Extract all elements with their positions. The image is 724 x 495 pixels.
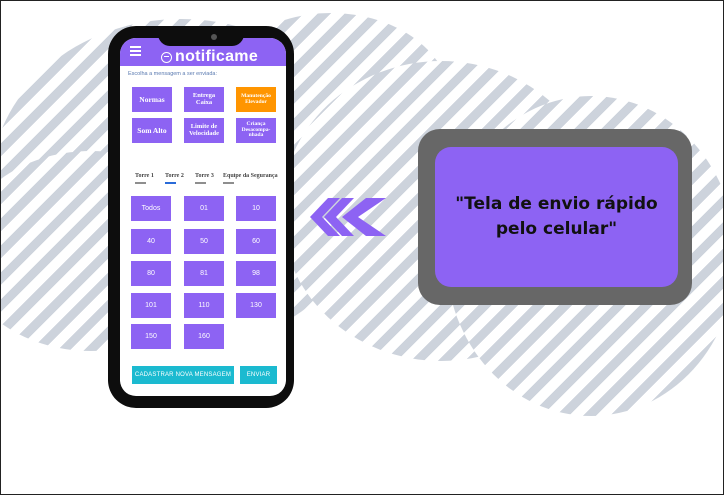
apartment-button[interactable]: 130	[236, 293, 276, 318]
apartment-button[interactable]: 01	[184, 196, 224, 221]
message-label: Elevador	[245, 98, 267, 105]
register-message-button[interactable]: CADASTRAR NOVA MENSAGEM	[132, 366, 234, 384]
message-option[interactable]: Entrega Caixa	[184, 87, 224, 112]
apartment-button[interactable]: 81	[184, 261, 224, 286]
callout-text: "Tela de envio rápido pelo celular"	[455, 194, 658, 239]
send-button[interactable]: ENVIAR	[240, 366, 277, 384]
apartment-button[interactable]: 150	[131, 324, 171, 349]
apartment-button[interactable]: 101	[131, 293, 171, 318]
callout-box: "Tela de envio rápido pelo celular"	[435, 147, 678, 287]
tab-tower[interactable]: Torre 1	[135, 173, 154, 179]
phone-notch	[158, 31, 244, 46]
app-title: notificame	[175, 48, 259, 65]
tab-underline	[135, 182, 146, 184]
message-option[interactable]: Manutenção Elevador	[236, 87, 276, 112]
apartment-button[interactable]: 98	[236, 261, 276, 286]
tab-underline	[223, 182, 234, 184]
double-chevron-left-icon	[310, 198, 386, 236]
message-label: Som Alto	[137, 125, 167, 135]
tab-underline	[165, 182, 176, 184]
app-logo: notificame	[161, 48, 258, 66]
message-label: Velocidade	[188, 129, 220, 137]
apartment-button[interactable]: Todos	[131, 196, 171, 221]
tab-tower[interactable]: Equipe da Segurança	[223, 173, 278, 179]
message-label: Normas	[139, 94, 165, 104]
camera-icon	[211, 34, 217, 40]
apartment-button[interactable]: 60	[236, 229, 276, 254]
instruction-text: Escolha a mensagem a ser enviada:	[128, 71, 217, 77]
hamburger-menu-icon[interactable]	[130, 46, 141, 56]
message-option[interactable]: Normas	[132, 87, 172, 112]
apartment-button[interactable]: 80	[131, 261, 171, 286]
tab-underline	[195, 182, 206, 184]
logo-icon	[161, 51, 172, 63]
message-option[interactable]: Som Alto	[132, 118, 172, 143]
message-label: nhada	[248, 132, 264, 139]
tab-tower[interactable]: Torre 3	[195, 173, 214, 179]
canvas: notificame Escolha a mensagem a ser envi…	[0, 0, 724, 495]
tab-tower[interactable]: Torre 2	[165, 173, 184, 179]
apartment-button[interactable]: 50	[184, 229, 224, 254]
apartment-button[interactable]: 40	[131, 229, 171, 254]
apartment-button[interactable]: 160	[184, 324, 224, 349]
message-label: Caixa	[195, 98, 213, 106]
message-option[interactable]: Criança Desacompa-nhada	[236, 118, 276, 143]
apartment-button[interactable]: 110	[184, 293, 224, 318]
message-option[interactable]: Limite de Velocidade	[184, 118, 224, 143]
apartment-button[interactable]: 10	[236, 196, 276, 221]
